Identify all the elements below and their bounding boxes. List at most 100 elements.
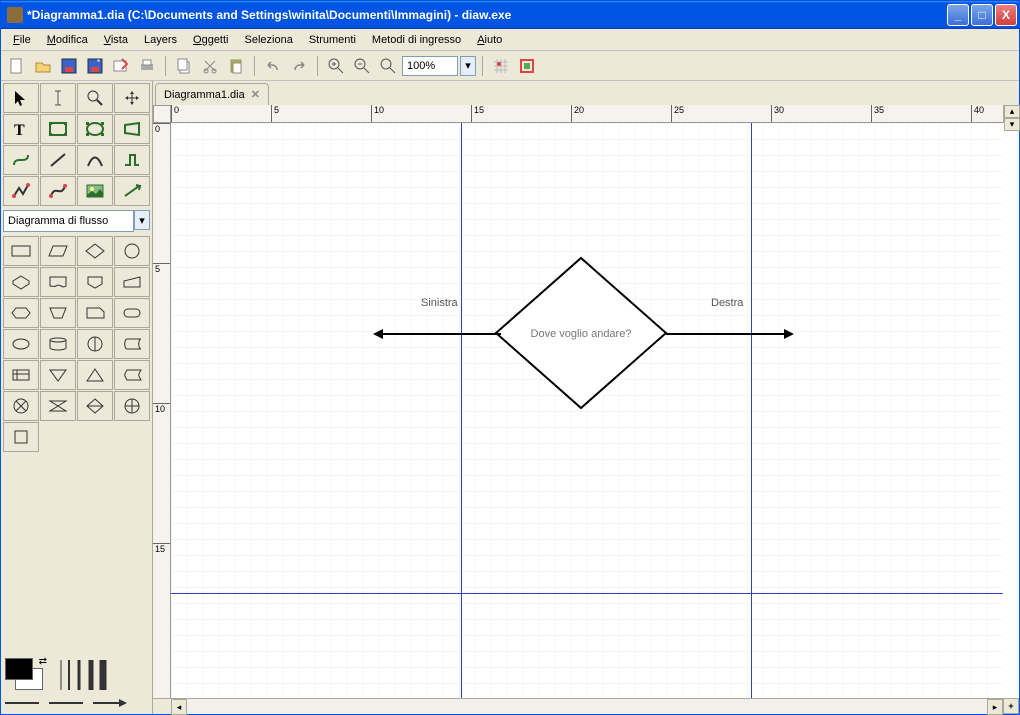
menu-layers[interactable]: Layers bbox=[136, 32, 185, 48]
zoom-dropdown[interactable]: ▾ bbox=[460, 56, 476, 76]
tool-ellipse[interactable] bbox=[77, 114, 113, 144]
label-right[interactable]: Destra bbox=[711, 297, 743, 309]
scroll-up-icon[interactable]: ▴ bbox=[1004, 105, 1020, 118]
shape-triangle-down[interactable] bbox=[77, 360, 113, 390]
save-as-button[interactable]: * bbox=[83, 54, 107, 78]
shape-internal[interactable] bbox=[77, 329, 113, 359]
arrow-start-selector[interactable] bbox=[5, 698, 39, 708]
document-tab[interactable]: Diagramma1.dia ✕ bbox=[155, 83, 269, 105]
shape-sort[interactable] bbox=[77, 391, 113, 421]
tool-pointer[interactable] bbox=[3, 83, 39, 113]
shape-offpage[interactable] bbox=[114, 391, 150, 421]
scroll-left-icon[interactable]: ◂ bbox=[171, 699, 187, 715]
shape-extract[interactable] bbox=[114, 329, 150, 359]
fg-swatch[interactable] bbox=[5, 658, 33, 680]
guide-vertical[interactable] bbox=[751, 123, 752, 698]
zoom-out-button[interactable] bbox=[350, 54, 374, 78]
tool-magnify[interactable] bbox=[77, 83, 113, 113]
tool-bezier[interactable] bbox=[3, 145, 39, 175]
shape-document[interactable] bbox=[40, 267, 76, 297]
arrow-left[interactable] bbox=[371, 327, 501, 344]
tab-close-icon[interactable]: ✕ bbox=[251, 88, 260, 101]
tool-scroll[interactable] bbox=[114, 83, 150, 113]
maximize-button[interactable]: □ bbox=[971, 4, 993, 26]
tool-box[interactable] bbox=[40, 114, 76, 144]
shape-process[interactable] bbox=[3, 236, 39, 266]
shape-triangle-up[interactable] bbox=[40, 360, 76, 390]
shape-decision[interactable] bbox=[77, 236, 113, 266]
copy-button[interactable] bbox=[172, 54, 196, 78]
tool-bezier-line[interactable] bbox=[40, 176, 76, 206]
tool-outline[interactable] bbox=[114, 176, 150, 206]
diagram-canvas[interactable]: Dove voglio andare? Sinistra Destra bbox=[171, 123, 1003, 698]
menu-strumenti[interactable]: Strumenti bbox=[301, 32, 364, 48]
open-button[interactable] bbox=[31, 54, 55, 78]
swap-colors-icon[interactable]: ⇄ bbox=[39, 656, 47, 667]
undo-button[interactable] bbox=[261, 54, 285, 78]
snap-object-button[interactable] bbox=[515, 54, 539, 78]
tool-arc[interactable] bbox=[77, 145, 113, 175]
zoom-input[interactable]: 100% bbox=[402, 56, 458, 76]
shape-terminal[interactable] bbox=[114, 298, 150, 328]
shape-display[interactable] bbox=[77, 267, 113, 297]
tool-polygon[interactable] bbox=[114, 114, 150, 144]
fg-bg-color[interactable]: ⇄ bbox=[5, 658, 45, 692]
save-button[interactable] bbox=[57, 54, 81, 78]
shape-merge[interactable] bbox=[3, 360, 39, 390]
label-left[interactable]: Sinistra bbox=[421, 297, 458, 309]
vertical-scrollbar[interactable]: ▴ ▾ bbox=[1003, 105, 1019, 123]
menu-aiuto[interactable]: Aiuto bbox=[469, 32, 510, 48]
close-button[interactable]: X bbox=[995, 4, 1017, 26]
shape-or[interactable] bbox=[114, 360, 150, 390]
arrow-end-selector[interactable] bbox=[93, 698, 127, 708]
decision-shape[interactable]: Dove voglio andare? bbox=[491, 253, 671, 416]
shape-connector[interactable] bbox=[114, 236, 150, 266]
tool-image[interactable] bbox=[77, 176, 113, 206]
new-button[interactable] bbox=[5, 54, 29, 78]
tab-label: Diagramma1.dia bbox=[164, 89, 245, 101]
line-width-selector[interactable] bbox=[59, 660, 107, 690]
svg-text:Dove voglio andare?: Dove voglio andare? bbox=[531, 328, 632, 340]
toolbox-panel: T Diagramma di flusso ▾ bbox=[1, 81, 153, 714]
paste-button[interactable] bbox=[224, 54, 248, 78]
tool-polyline[interactable] bbox=[3, 176, 39, 206]
cut-button[interactable] bbox=[198, 54, 222, 78]
shape-stored-data[interactable] bbox=[3, 329, 39, 359]
menu-vista[interactable]: Vista bbox=[96, 32, 136, 48]
shape-predefined[interactable] bbox=[40, 236, 76, 266]
tool-text[interactable]: T bbox=[3, 114, 39, 144]
tool-text-edit[interactable] bbox=[40, 83, 76, 113]
snap-grid-button[interactable] bbox=[489, 54, 513, 78]
shape-square[interactable] bbox=[3, 422, 39, 452]
tool-zigzag[interactable] bbox=[114, 145, 150, 175]
zoom-in-button[interactable] bbox=[324, 54, 348, 78]
menu-oggetti[interactable]: Oggetti bbox=[185, 32, 236, 48]
sheet-selector[interactable]: Diagramma di flusso ▾ bbox=[3, 210, 150, 232]
arrow-right[interactable] bbox=[666, 327, 796, 344]
horizontal-scrollbar[interactable]: ◂ ▸ bbox=[171, 698, 1003, 714]
redo-button[interactable] bbox=[287, 54, 311, 78]
shape-collate[interactable] bbox=[40, 391, 76, 421]
line-style-selector[interactable] bbox=[49, 698, 83, 708]
export-button[interactable] bbox=[109, 54, 133, 78]
canvas-expand-button[interactable]: + bbox=[1003, 698, 1019, 714]
shape-manual-operation[interactable] bbox=[40, 298, 76, 328]
shape-data[interactable] bbox=[3, 267, 39, 297]
menu-metodi-di-ingresso[interactable]: Metodi di ingresso bbox=[364, 32, 469, 48]
shape-database[interactable] bbox=[40, 329, 76, 359]
sheet-dropdown-icon[interactable]: ▾ bbox=[134, 210, 150, 230]
minimize-button[interactable]: _ bbox=[947, 4, 969, 26]
guide-vertical[interactable] bbox=[461, 123, 462, 698]
menu-file[interactable]: File bbox=[5, 32, 39, 48]
shape-preparation[interactable] bbox=[3, 298, 39, 328]
scroll-right-icon[interactable]: ▸ bbox=[987, 699, 1003, 715]
guide-horizontal[interactable] bbox=[171, 593, 1003, 594]
shape-summing[interactable] bbox=[3, 391, 39, 421]
menu-seleziona[interactable]: Seleziona bbox=[237, 32, 301, 48]
zoom-fit-button[interactable] bbox=[376, 54, 400, 78]
shape-card[interactable] bbox=[77, 298, 113, 328]
tool-line[interactable] bbox=[40, 145, 76, 175]
menu-modifica[interactable]: Modifica bbox=[39, 32, 96, 48]
shape-manual-input[interactable] bbox=[114, 267, 150, 297]
print-button[interactable] bbox=[135, 54, 159, 78]
